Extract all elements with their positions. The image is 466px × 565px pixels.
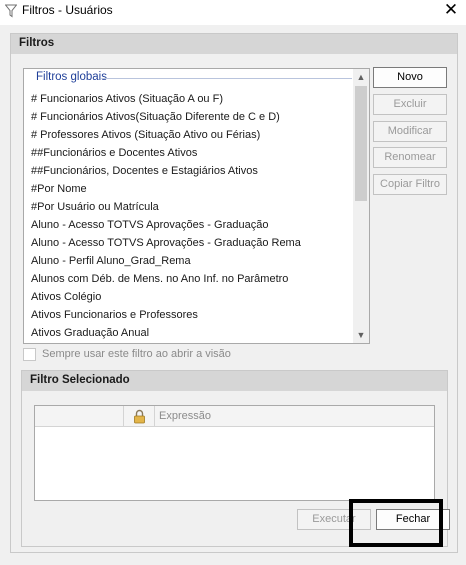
filters-panel: Filtros Filtros globais # Funcionarios A…	[10, 33, 458, 553]
list-item[interactable]: ##Funcionários e Docentes Ativos	[31, 144, 356, 162]
filter-list-items: # Funcionarios Ativos (Situação A ou F) …	[31, 90, 356, 342]
highlight-annotation	[349, 499, 443, 547]
close-button[interactable]: ✕	[436, 0, 466, 22]
global-filters-label: Filtros globais	[36, 71, 107, 83]
list-item[interactable]: Aluno - Acesso TOTVS Aprovações - Gradua…	[31, 234, 356, 252]
title-bar: Filtros - Usuários ✕	[0, 0, 466, 25]
new-button[interactable]: Novo	[373, 67, 447, 88]
delete-button[interactable]: Excluir	[373, 94, 447, 115]
list-item[interactable]: # Funcionarios Ativos (Situação A ou F)	[31, 90, 356, 108]
list-item[interactable]: #Por Usuário ou Matrícula	[31, 198, 356, 216]
filters-panel-header: Filtros	[11, 34, 457, 54]
list-item[interactable]: ##Funcionários, Docentes e Estagiários A…	[31, 162, 356, 180]
list-item[interactable]: Ativos Graduação Anual	[31, 324, 356, 342]
modify-button[interactable]: Modificar	[373, 121, 447, 142]
selected-filter-header: Filtro Selecionado	[22, 371, 447, 391]
lock-icon	[134, 409, 145, 424]
filters-listbox[interactable]: Filtros globais # Funcionarios Ativos (S…	[23, 68, 370, 344]
expression-grid[interactable]: Expressão	[34, 405, 435, 501]
always-use-filter-checkbox[interactable]	[23, 348, 36, 361]
list-item[interactable]: Aluno - Acesso TOTVS Aprovações - Gradua…	[31, 216, 356, 234]
list-item[interactable]: #Por Nome	[31, 180, 356, 198]
list-group-header: Filtros globais	[24, 69, 354, 87]
list-item[interactable]: # Professores Ativos (Situação Ativo ou …	[31, 126, 356, 144]
copy-filter-button[interactable]: Copiar Filtro	[373, 174, 447, 195]
list-item[interactable]: Aluno - Perfil Aluno_Grad_Rema	[31, 252, 356, 270]
grid-column-expression: Expressão	[155, 406, 434, 426]
scroll-down-arrow-icon[interactable]: ▼	[353, 327, 369, 343]
list-item[interactable]: Ativos Funcionarios e Professores	[31, 306, 356, 324]
filter-funnel-icon	[5, 4, 17, 18]
grid-column-blank	[35, 406, 124, 426]
list-item[interactable]: Ativos Colégio	[31, 288, 356, 306]
rename-button[interactable]: Renomear	[373, 147, 447, 168]
grid-header: Expressão	[35, 406, 434, 427]
always-use-filter-label: Sempre usar este filtro ao abrir a visão	[42, 348, 231, 360]
scroll-thumb[interactable]	[355, 86, 367, 201]
window-title: Filtros - Usuários	[22, 3, 113, 17]
window-body: Filtros Filtros globais # Funcionarios A…	[0, 25, 466, 565]
scroll-up-arrow-icon[interactable]: ▲	[353, 69, 369, 85]
vertical-scrollbar[interactable]: ▲ ▼	[353, 69, 369, 343]
list-item[interactable]: Alunos com Déb. de Mens. no Ano Inf. no …	[31, 270, 356, 288]
list-item[interactable]: # Funcionários Ativos(Situação Diferente…	[31, 108, 356, 126]
group-divider	[102, 78, 352, 79]
expression-column-label: Expressão	[159, 410, 211, 422]
grid-column-lock	[124, 406, 155, 426]
